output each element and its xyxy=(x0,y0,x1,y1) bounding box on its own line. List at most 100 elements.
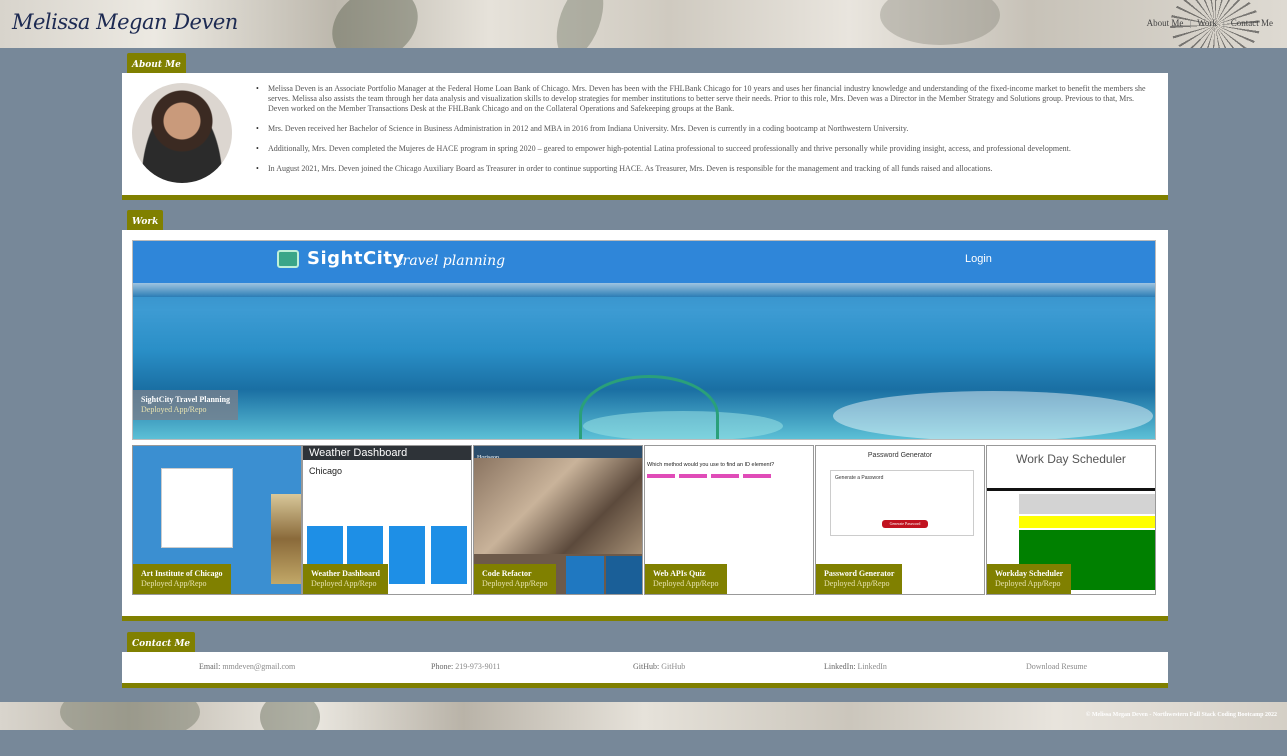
repo-link[interactable]: Repo xyxy=(873,579,890,588)
email-label: Email: xyxy=(199,662,221,671)
forecast-card xyxy=(431,526,467,584)
screenshot-header: Work Day Scheduler xyxy=(1016,452,1126,466)
about-paragraph: Additionally, Mrs. Deven completed the M… xyxy=(256,144,1156,154)
footer-background-leaf xyxy=(260,702,320,730)
deployed-app-link[interactable]: Deployed App xyxy=(482,579,528,588)
repo-link[interactable]: Repo xyxy=(360,579,377,588)
project-caption: Web APIs Quiz Deployed App/Repo xyxy=(645,564,727,594)
project-title: Workday Scheduler xyxy=(995,569,1064,578)
map-book-icon xyxy=(277,250,299,268)
nav-link-work[interactable]: Work xyxy=(1197,18,1217,28)
screenshot-search-card xyxy=(161,468,233,548)
repo-link[interactable]: Repo xyxy=(1044,579,1061,588)
github-label: GitHub: xyxy=(633,662,660,671)
nav-link-about[interactable]: About Me xyxy=(1147,18,1184,28)
project-caption: Weather Dashboard Deployed App/Repo xyxy=(303,564,388,594)
deployed-app-link[interactable]: Deployed App xyxy=(824,579,870,588)
screenshot-subheader: Generate a Password xyxy=(835,475,884,481)
deployed-app-link[interactable]: Deployed App xyxy=(141,579,187,588)
contact-github: GitHub: GitHub xyxy=(633,662,685,671)
work-section: SightCity travel planning Login SightCit… xyxy=(122,230,1168,621)
sea-turtle-icon xyxy=(579,375,719,439)
project-card-code-refactor[interactable]: Horiseon Code Refactor Deployed App/Repo xyxy=(473,445,643,595)
answer-button xyxy=(711,474,739,478)
featured-project-caption: SightCity Travel Planning Deployed App/R… xyxy=(133,390,239,420)
contact-email: Email: mmdeven@gmail.com xyxy=(199,662,295,671)
repo-link[interactable]: Repo xyxy=(531,579,548,588)
contact-phone: Phone: 219-973-9011 xyxy=(431,662,500,671)
about-list: Melissa Deven is an Associate Portfolio … xyxy=(256,84,1156,184)
answer-button xyxy=(647,474,675,478)
deployed-app-link[interactable]: Deployed App xyxy=(995,579,1041,588)
contact-linkedin: LinkedIn: LinkedIn xyxy=(824,662,887,671)
about-paragraph: In August 2021, Mrs. Deven joined the Ch… xyxy=(256,164,1156,174)
site-brand[interactable]: Melissa Megan Deven xyxy=(12,10,238,34)
forecast-card xyxy=(389,526,425,584)
repo-link[interactable]: Repo xyxy=(190,579,207,588)
screenshot-header: Password Generator xyxy=(867,452,933,459)
project-card-password-generator[interactable]: Password Generator Generate a Password G… xyxy=(815,445,985,595)
featured-screenshot-logo: SightCity xyxy=(307,248,405,269)
deployed-app-link[interactable]: Deployed App xyxy=(653,579,699,588)
screenshot-painting xyxy=(271,494,301,584)
project-caption: Art Institute of Chicago Deployed App/Re… xyxy=(133,564,231,594)
screenshot-button-label: Generate Password xyxy=(889,521,921,526)
screenshot-team-photo xyxy=(474,458,642,554)
schedule-row-present xyxy=(1019,516,1155,528)
answer-button xyxy=(679,474,707,478)
project-card-art-institute[interactable]: Art Institute of Chicago Deployed App/Re… xyxy=(132,445,302,595)
email-link[interactable]: mmdeven@gmail.com xyxy=(222,662,295,671)
project-title: Art Institute of Chicago xyxy=(141,569,223,578)
project-card-workday-scheduler[interactable]: Work Day Scheduler Workday Scheduler Dep… xyxy=(986,445,1156,595)
about-section: Melissa Deven is an Associate Portfolio … xyxy=(122,73,1168,200)
nav-separator: | xyxy=(1222,18,1225,28)
featured-project-card[interactable]: SightCity travel planning Login SightCit… xyxy=(132,240,1156,440)
deployed-app-link[interactable]: Deployed App xyxy=(311,579,357,588)
linkedin-link[interactable]: LinkedIn xyxy=(858,662,887,671)
project-card-weather-dashboard[interactable]: Weather Dashboard Chicago Weather Dashbo… xyxy=(302,445,472,595)
featured-deployed-link[interactable]: Deployed App xyxy=(141,405,187,414)
repo-link[interactable]: Repo xyxy=(702,579,719,588)
project-caption: Password Generator Deployed App/Repo xyxy=(816,564,903,594)
footer-copyright: © Melissa Megan Deven - Northwestern Ful… xyxy=(1085,712,1277,718)
featured-screenshot-sky xyxy=(133,283,1155,297)
nav-link-contact[interactable]: Contact Me xyxy=(1231,18,1273,28)
site-header: Melissa Megan Deven About Me | Work | Co… xyxy=(0,0,1287,48)
screenshot-question: Which method would you use to find an ID… xyxy=(647,462,775,468)
screenshot-city: Chicago xyxy=(309,466,343,476)
about-paragraph: Melissa Deven is an Associate Portfolio … xyxy=(256,84,1156,114)
phone-link[interactable]: 219-973-9011 xyxy=(455,662,500,671)
contact-resume: Download Resume xyxy=(1026,662,1087,671)
about-paragraph: Mrs. Deven received her Bachelor of Scie… xyxy=(256,124,1156,134)
project-title: Web APIs Quiz xyxy=(653,569,706,578)
linkedin-label: LinkedIn: xyxy=(824,662,856,671)
phone-label: Phone: xyxy=(431,662,454,671)
main-nav: About Me | Work | Contact Me xyxy=(1147,18,1273,28)
project-title: Password Generator xyxy=(824,569,895,578)
nav-separator: | xyxy=(1189,18,1192,28)
featured-project-title: SightCity Travel Planning xyxy=(141,395,231,404)
screenshot-generate-button: Generate Password xyxy=(882,520,928,528)
contact-section: Email: mmdeven@gmail.com Phone: 219-973-… xyxy=(122,652,1168,688)
download-resume-link[interactable]: Download Resume xyxy=(1026,662,1087,671)
header-background-leaf xyxy=(547,0,613,48)
project-title: Code Refactor xyxy=(482,569,532,578)
featured-screenshot-login: Login xyxy=(965,253,992,265)
screenshot-panel xyxy=(606,556,642,594)
project-caption: Workday Scheduler Deployed App/Repo xyxy=(987,564,1072,594)
project-card-web-apis-quiz[interactable]: Which method would you use to find an ID… xyxy=(644,445,814,595)
footer-background-leaf xyxy=(60,702,200,730)
screenshot-header: Horiseon xyxy=(474,446,642,461)
featured-screenshot-wave xyxy=(833,391,1153,439)
project-title: Weather Dashboard xyxy=(311,569,380,578)
project-caption: Code Refactor Deployed App/Repo xyxy=(474,564,556,594)
featured-repo-link[interactable]: Repo xyxy=(190,405,207,414)
github-link[interactable]: GitHub xyxy=(661,662,685,671)
screenshot-panel xyxy=(566,556,604,594)
page-bottom xyxy=(0,730,1287,756)
header-background-leaf xyxy=(318,0,432,48)
featured-screenshot-tagline: travel planning xyxy=(397,253,506,269)
profile-photo xyxy=(132,83,232,183)
answer-button xyxy=(743,474,771,478)
screenshot-divider xyxy=(987,488,1155,491)
